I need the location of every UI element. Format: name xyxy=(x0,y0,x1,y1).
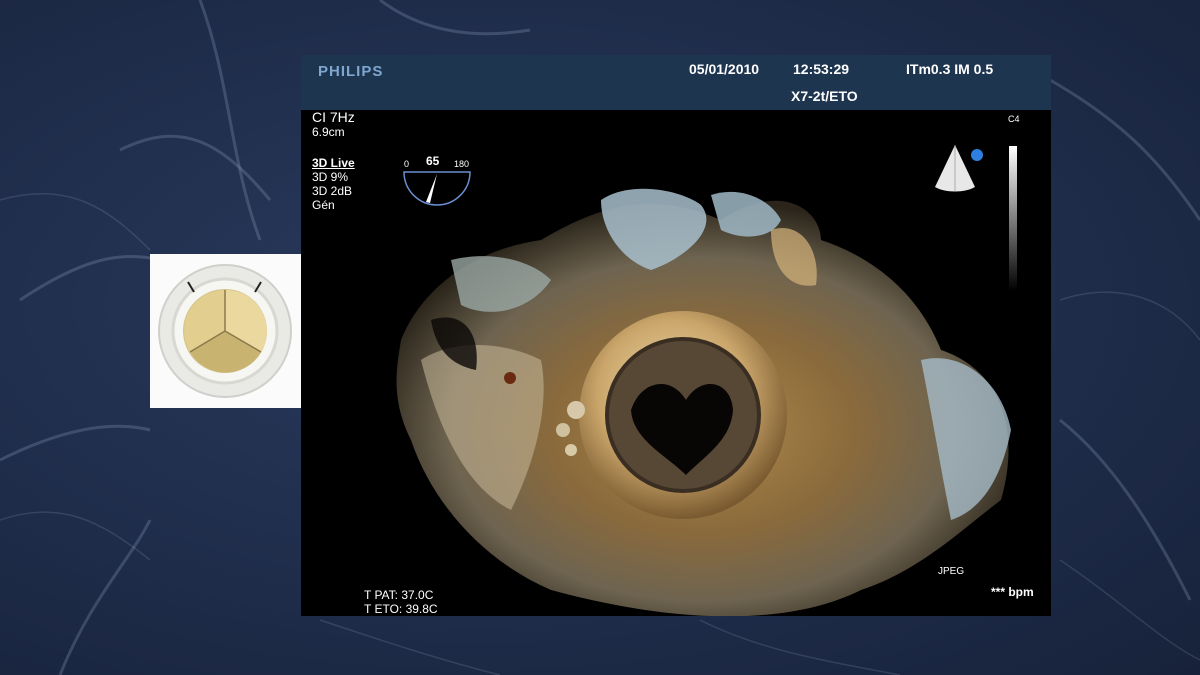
exam-time: 12:53:29 xyxy=(793,61,850,77)
brand-logo: PHILIPS xyxy=(318,63,384,80)
valve-prosthesis-thumbnail xyxy=(150,254,302,408)
probe-temperature: T ETO: 39.8C xyxy=(364,602,438,616)
mode-param-2: 3D 2dB xyxy=(312,184,353,198)
ultrasound-viewer: PHILIPS 05/01/2010 12:53:29 ITm0.3 IM 0.… xyxy=(301,55,1051,616)
format-label: JPEG xyxy=(938,566,965,577)
mode-3d-live: 3D Live xyxy=(312,156,355,170)
mode-param-3: Gén xyxy=(312,198,335,212)
angle-value: 65 xyxy=(426,154,440,168)
preset-label: C4 xyxy=(1008,114,1020,124)
exam-date: 05/01/2010 xyxy=(689,61,760,77)
ultrasound-header-bar: PHILIPS 05/01/2010 12:53:29 ITm0.3 IM 0.… xyxy=(301,55,1051,110)
grayscale-bar xyxy=(1009,146,1017,291)
mode-param-1: 3D 9% xyxy=(312,170,349,184)
frame-rate: CI 7Hz xyxy=(312,109,355,125)
angle-gauge-icon xyxy=(403,171,471,206)
thermal-mechanical-index: ITm0.3 IM 0.5 xyxy=(906,61,994,77)
patient-temperature: T PAT: 37.0C xyxy=(364,588,434,602)
depth: 6.9cm xyxy=(312,125,345,139)
heart-rate: *** bpm xyxy=(991,585,1034,599)
probe-name: X7-2t/ETO xyxy=(791,88,858,104)
probe-orientation-icon xyxy=(935,145,983,192)
